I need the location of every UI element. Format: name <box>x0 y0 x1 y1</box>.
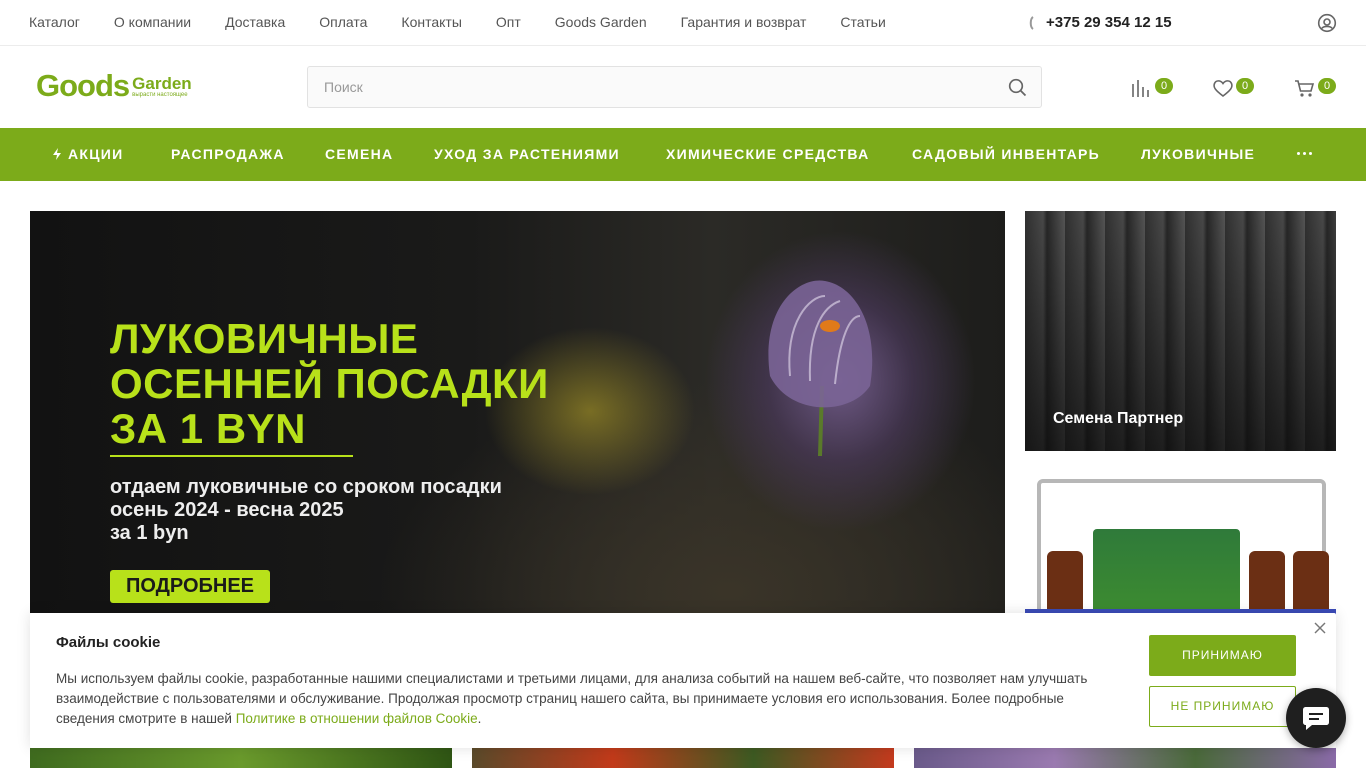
cat-plant-care[interactable]: УХОД ЗА РАСТЕНИЯМИ <box>434 146 620 162</box>
cookie-title: Файлы cookie <box>56 634 161 651</box>
cat-chemicals[interactable]: ХИМИЧЕСКИЕ СРЕДСТВА <box>666 146 870 162</box>
close-icon[interactable] <box>1314 622 1326 634</box>
crocus-image <box>768 280 873 457</box>
compare-icon <box>1131 78 1153 98</box>
hero-divider <box>110 455 353 457</box>
favorites-button[interactable]: 0 <box>1212 78 1254 98</box>
cookie-body: Мы используем файлы cookie, разработанны… <box>56 671 1088 726</box>
tile-flowers[interactable] <box>914 748 1336 768</box>
top-bar: Каталог О компании Доставка Оплата Конта… <box>0 0 1366 46</box>
hero-title-line1: ЛУКОВИЧНЫЕ <box>110 315 419 362</box>
cat-seeds[interactable]: СЕМЕНА <box>325 146 393 162</box>
hero-sub-line2: осень 2024 - весна 2025 <box>110 499 344 521</box>
header: Goods Garden вырасти настоящее 0 <box>0 47 1366 128</box>
topnav-wholesale[interactable]: Опт <box>496 14 521 30</box>
compare-count-badge: 0 <box>1155 78 1173 94</box>
hero-sub-line3: за 1 byn <box>110 522 189 544</box>
tile-lawn[interactable] <box>30 748 452 768</box>
cat-clearance[interactable]: РАСПРОДАЖА <box>171 146 285 162</box>
cart-button[interactable]: 0 <box>1294 78 1336 98</box>
hero-more-button[interactable]: ПОДРОБНЕЕ <box>110 570 270 603</box>
heart-icon <box>1212 78 1234 98</box>
topnav-articles[interactable]: Статьи <box>840 14 885 30</box>
logo[interactable]: Goods Garden вырасти настоящее <box>36 68 192 103</box>
search-box <box>307 66 1042 108</box>
hero-title-line3: ЗА 1 BYN <box>110 405 307 452</box>
topnav-about[interactable]: О компании <box>114 14 191 30</box>
topnav-catalog[interactable]: Каталог <box>29 14 80 30</box>
cat-sales-label: АКЦИИ <box>68 146 124 162</box>
hero-banner[interactable]: ЛУКОВИЧНЫЕ ОСЕННЕЙ ПОСАДКИ ЗА 1 BYN отда… <box>30 211 1005 613</box>
cart-count-badge: 0 <box>1318 78 1336 94</box>
logo-tagline: вырасти настоящее <box>132 92 188 98</box>
side-banner-fertilizers[interactable] <box>1025 471 1336 631</box>
hero-sub-line1: отдаем луковичные со сроком посадки <box>110 476 502 498</box>
topnav-delivery[interactable]: Доставка <box>225 14 285 30</box>
cookie-policy-link[interactable]: Политике в отношении файлов Cookie <box>236 711 478 726</box>
cat-sales[interactable]: АКЦИИ <box>52 146 124 162</box>
search-icon[interactable] <box>1008 78 1027 97</box>
phone-number[interactable]: +375 29 354 12 15 <box>1046 14 1172 31</box>
user-icon[interactable] <box>1317 13 1337 33</box>
chat-widget-button[interactable] <box>1286 688 1346 748</box>
hero-subtitle: отдаем луковичные со сроком посадки осен… <box>110 476 670 545</box>
phone-icon <box>1029 15 1034 30</box>
category-nav: АКЦИИ РАСПРОДАЖА СЕМЕНА УХОД ЗА РАСТЕНИЯ… <box>0 128 1366 181</box>
topnav-contacts[interactable]: Контакты <box>401 14 461 30</box>
compare-button[interactable]: 0 <box>1131 78 1173 98</box>
logo-side: Garden вырасти настоящее <box>132 74 192 99</box>
more-dots-icon[interactable] <box>1297 152 1312 155</box>
logo-main: Goods <box>36 68 130 103</box>
topnav-payment[interactable]: Оплата <box>319 14 367 30</box>
bolt-icon <box>53 148 61 160</box>
logo-garden: Garden <box>132 74 192 93</box>
side-banner-label: Семена Партнер <box>1053 410 1184 427</box>
hero-title: ЛУКОВИЧНЫЕ ОСЕННЕЙ ПОСАДКИ ЗА 1 BYN <box>110 316 670 451</box>
cat-garden-tools[interactable]: САДОВЫЙ ИНВЕНТАРЬ <box>912 146 1100 162</box>
top-nav: Каталог О компании Доставка Оплата Конта… <box>29 14 920 30</box>
favorites-count-badge: 0 <box>1236 78 1254 94</box>
side-banner-seeds-partner[interactable]: Семена Партнер <box>1025 211 1336 451</box>
category-tiles <box>0 748 1366 768</box>
cookie-text-end: . <box>477 711 482 726</box>
topnav-goods-garden[interactable]: Goods Garden <box>555 14 647 30</box>
topnav-warranty[interactable]: Гарантия и возврат <box>681 14 807 30</box>
hero-title-line2: ОСЕННЕЙ ПОСАДКИ <box>110 360 549 407</box>
chat-icon <box>1303 707 1329 730</box>
cookie-accept-button[interactable]: ПРИНИМАЮ <box>1149 635 1296 676</box>
cookie-text: Мы используем файлы cookie, разработанны… <box>56 669 1116 729</box>
cat-bulbs[interactable]: ЛУКОВИЧНЫЕ <box>1141 146 1255 162</box>
search-input[interactable] <box>308 67 968 107</box>
cart-icon <box>1294 78 1316 98</box>
cookie-banner: Файлы cookie Мы используем файлы cookie,… <box>30 613 1336 748</box>
cookie-decline-button[interactable]: НЕ ПРИНИМАЮ <box>1149 686 1296 727</box>
phone-block[interactable]: +375 29 354 12 15 <box>1028 14 1172 31</box>
tile-tomatoes[interactable] <box>472 748 894 768</box>
